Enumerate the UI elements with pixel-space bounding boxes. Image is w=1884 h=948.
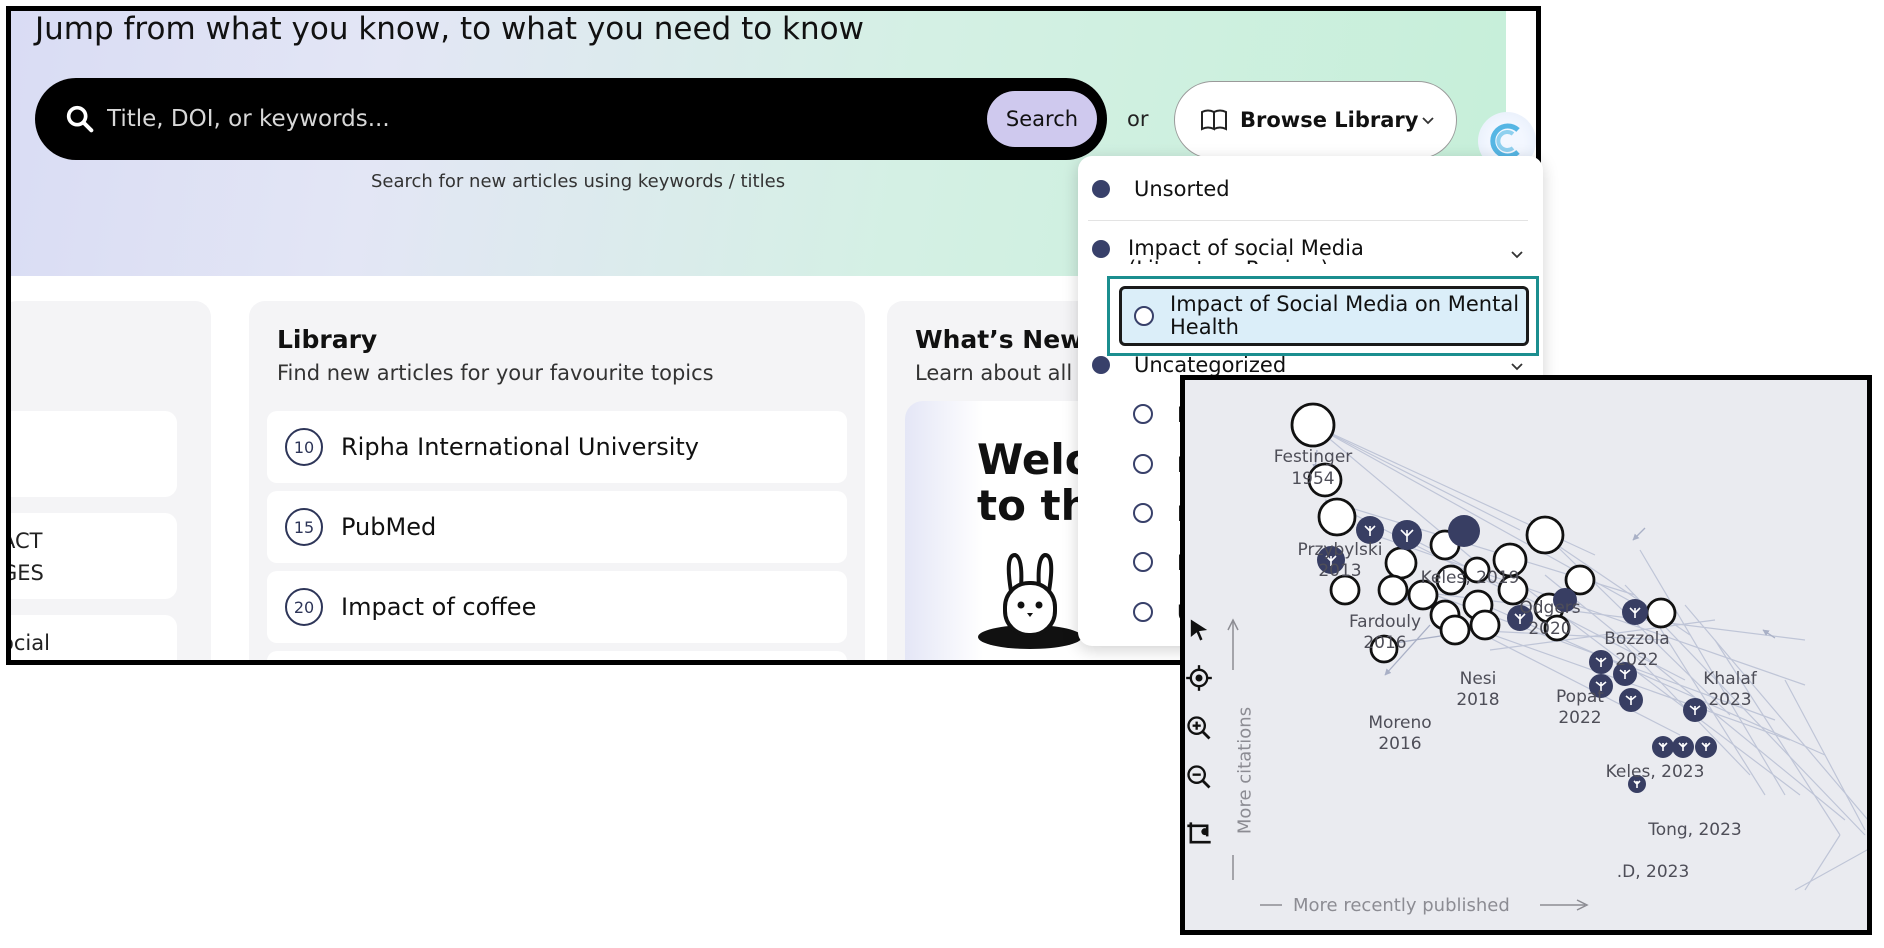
- zoom-in-icon[interactable]: [1185, 714, 1213, 742]
- collection-tile[interactable]: ocial: [11, 615, 177, 660]
- dropdown-item-collection[interactable]: Impact of social Media (Literature Revie…: [1092, 238, 1502, 264]
- dropdown-item-label: Impact of social Media (Literature Revie…: [1128, 238, 1364, 264]
- dropdown-item-label: Unsorted: [1134, 177, 1230, 201]
- collection-tile-label: s: [11, 459, 12, 483]
- chevron-down-icon[interactable]: [1509, 246, 1525, 262]
- collection-tile-label: ocial: [11, 631, 50, 655]
- node-label: Odgers: [1519, 598, 1580, 618]
- node-label: 2013: [1318, 561, 1361, 581]
- node-label: Festinger: [1274, 447, 1353, 467]
- search-input[interactable]: [107, 98, 747, 140]
- node-label: 2018: [1456, 690, 1499, 710]
- zoom-out-icon[interactable]: [1185, 763, 1213, 791]
- x-axis-label: More recently published: [1293, 895, 1510, 916]
- crop-settings-icon[interactable]: [1185, 820, 1213, 848]
- whats-new-subtitle: Learn about all t: [915, 361, 1088, 385]
- collection-tile-label: GES: [11, 561, 44, 585]
- node-label: Przybylski: [1298, 540, 1383, 560]
- radio-icon: [1133, 503, 1153, 523]
- node-label: Nesi: [1460, 669, 1497, 689]
- collection-dot: [1092, 180, 1110, 198]
- library-item[interactable]: 20 Impact of coffee: [267, 571, 847, 643]
- radio-icon: [1133, 602, 1153, 622]
- node-label: 2022: [1558, 708, 1601, 728]
- node-label: Tong, 2023: [1647, 820, 1742, 840]
- node-label: Keles, 2023: [1606, 762, 1705, 782]
- dropdown-item-uncategorized[interactable]: Uncategorized: [1092, 354, 1557, 376]
- selected-item-highlight: Impact of Social Media on Mental Health: [1107, 276, 1539, 356]
- or-separator: or: [1127, 107, 1149, 131]
- search-icon: [66, 105, 94, 133]
- node-label: Keles, 2019: [1421, 568, 1520, 588]
- book-icon: [1201, 109, 1227, 131]
- collection-dot: [1092, 356, 1110, 374]
- node-label: 2022: [1615, 650, 1658, 670]
- library-title: Library: [277, 325, 378, 354]
- dropdown-item-label: Impact of Social Media on Mental Health: [1170, 292, 1520, 339]
- library-subtitle: Find new articles for your favourite top…: [277, 361, 714, 385]
- node-label: Khalaf: [1703, 669, 1757, 689]
- node-label: 2016: [1363, 633, 1406, 653]
- whats-new-title: What’s New: [915, 325, 1084, 354]
- collection-tile-label: ACT: [11, 529, 43, 553]
- node-label: 2023: [1708, 690, 1751, 710]
- node-label: 2020: [1528, 619, 1571, 639]
- hero-title: Jump from what you know, to what you nee…: [35, 11, 864, 47]
- collection-tile[interactable]: s: [11, 411, 177, 497]
- library-item[interactable]: 10 Ripha International University: [267, 411, 847, 483]
- search-bar: Search: [35, 78, 1107, 160]
- node-label: Moreno: [1368, 713, 1431, 733]
- collections-card: s ACT GES ocial: [11, 301, 211, 660]
- locate-icon[interactable]: [1185, 664, 1213, 692]
- dropdown-item-selected[interactable]: Impact of Social Media on Mental Health: [1119, 286, 1529, 346]
- browse-library-button[interactable]: Browse Library: [1174, 81, 1457, 159]
- y-axis-label: More citations: [1234, 706, 1256, 835]
- count-badge: 20: [285, 588, 323, 626]
- search-button[interactable]: Search: [987, 91, 1097, 147]
- library-item-label: Impact of coffee: [341, 593, 537, 621]
- radio-icon: [1134, 306, 1154, 326]
- node-label: Fardouly: [1349, 612, 1421, 632]
- library-card: Library Find new articles for your favou…: [249, 301, 865, 660]
- count-badge: 15: [285, 508, 323, 546]
- graph-axes: [1227, 618, 1589, 911]
- node-label: 2016: [1378, 734, 1421, 754]
- citation-graph[interactable]: Festinger 1954 Przybylski 2013 Keles, 20…: [1185, 380, 1872, 935]
- node-label: .D, 2023: [1617, 862, 1690, 882]
- search-hint: Search for new articles using keywords /…: [371, 171, 786, 192]
- radio-icon: [1133, 454, 1153, 474]
- dropdown-divider: [1088, 220, 1528, 221]
- bunny-icon: [978, 552, 1082, 649]
- library-item[interactable]: [267, 651, 847, 660]
- collection-dot: [1092, 240, 1110, 258]
- library-item-label: Ripha International University: [341, 433, 699, 461]
- browse-library-label: Browse Library: [1240, 108, 1419, 132]
- radio-icon: [1133, 552, 1153, 572]
- library-item-label: PubMed: [341, 513, 437, 541]
- collection-tile[interactable]: ACT GES: [11, 513, 177, 599]
- dropdown-item-label: Uncategorized: [1134, 353, 1287, 377]
- node-label: Bozzola: [1604, 629, 1669, 649]
- count-badge: 10: [285, 428, 323, 466]
- radio-icon: [1133, 404, 1153, 424]
- library-item[interactable]: 15 PubMed: [267, 491, 847, 563]
- citation-graph-panel: Festinger 1954 Przybylski 2013 Keles, 20…: [1180, 375, 1872, 935]
- node-label: 1954: [1291, 469, 1334, 489]
- chevron-down-icon: [1422, 117, 1434, 125]
- chevron-down-icon[interactable]: [1509, 358, 1525, 374]
- dropdown-item-unsorted[interactable]: Unsorted: [1092, 178, 1557, 200]
- node-label: Popat: [1556, 687, 1604, 707]
- cursor-icon[interactable]: [1185, 616, 1213, 644]
